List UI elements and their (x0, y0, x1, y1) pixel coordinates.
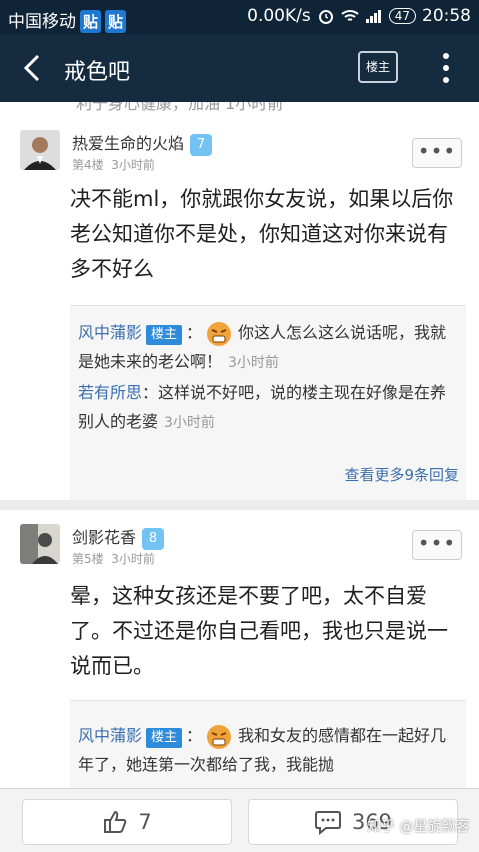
carrier-label: 中国移动贴贴 (8, 7, 127, 33)
battery-level: 47 (388, 8, 416, 24)
post-divider (0, 500, 479, 510)
tieba-notification-icon-2: 贴 (105, 10, 127, 33)
post-author[interactable]: 剑影花香 8 (72, 524, 165, 550)
post-meta: 第4楼 3小时前 (72, 158, 155, 172)
level-badge: 7 (190, 133, 213, 156)
network-speed: 0.00K/s (247, 6, 311, 26)
post-more-button[interactable]: ••• (412, 530, 462, 560)
angry-face-emoji-icon (207, 724, 232, 749)
more-menu-icon[interactable] (436, 50, 456, 86)
nav-bar: 戒色吧 楼主 (0, 34, 479, 102)
wifi-icon (341, 10, 359, 21)
alarm-icon (318, 10, 333, 24)
thumbs-up-icon (104, 810, 127, 833)
reply-author[interactable]: 风中蒲影 (78, 726, 142, 745)
status-bar: 中国移动贴贴 0.00K/s 47 20:58 (0, 0, 479, 34)
reply-author[interactable]: 若有所思 (78, 383, 142, 402)
reply-item[interactable]: 风中蒲影 楼主：你这人怎么这么说话呢，我就是她未来的老公啊！ 3小时前 (70, 318, 466, 378)
post-author[interactable]: 热爱生命的火焰 7 (72, 130, 213, 156)
signal-icon (365, 10, 381, 23)
only-host-button[interactable]: 楼主 (358, 51, 398, 83)
reply-box: 风中蒲影 楼主：我和女友的感情都在一起好几年了，她连第一次都给了我，我能抛 (70, 700, 466, 788)
back-arrow-icon[interactable] (16, 48, 50, 88)
thread-content: 利于身心健康，加油 1小时前 热爱生命的火焰 7 第4楼 3小时前 ••• 决不能… (0, 102, 479, 788)
reply-item[interactable]: 若有所思：这样说不好吧，说的楼主现在好像是在养别人的老婆 3小时前 (70, 378, 466, 438)
like-button[interactable]: 7 (22, 799, 232, 845)
clock: 20:58 (422, 6, 471, 26)
host-badge: 楼主 (146, 728, 183, 748)
watermark: 知乎 @星旋飘客 (367, 819, 470, 835)
tieba-notification-icon: 贴 (80, 10, 102, 33)
angry-face-emoji-icon (207, 321, 232, 346)
avatar[interactable] (20, 524, 60, 564)
reply-author[interactable]: 风中蒲影 (78, 323, 142, 342)
post-body: 决不能ml，你就跟你女友说，如果以后你老公知道你不是处，你知道这对你来说有多不好… (70, 187, 454, 281)
page-title: 戒色吧 (64, 60, 131, 85)
reply-item[interactable]: 风中蒲影 楼主：我和女友的感情都在一起好几年了，她连第一次都给了我，我能抛 (70, 721, 466, 779)
post-meta: 第5楼 3小时前 (72, 552, 155, 566)
previous-reply-partial: 利于身心健康，加油 1小时前 (76, 102, 284, 113)
view-more-replies-link[interactable]: 查看更多9条回复 (344, 464, 459, 485)
post-body: 晕，这种女孩还是不要了吧，太不自爱了。不过还是你自己看吧，我也只是说一说而已。 (70, 584, 448, 678)
level-badge: 8 (142, 527, 165, 550)
avatar[interactable] (20, 130, 60, 170)
post-more-button[interactable]: ••• (412, 138, 462, 168)
like-count: 7 (138, 810, 152, 834)
host-badge: 楼主 (146, 325, 183, 345)
comment-bubble-icon (314, 811, 341, 835)
